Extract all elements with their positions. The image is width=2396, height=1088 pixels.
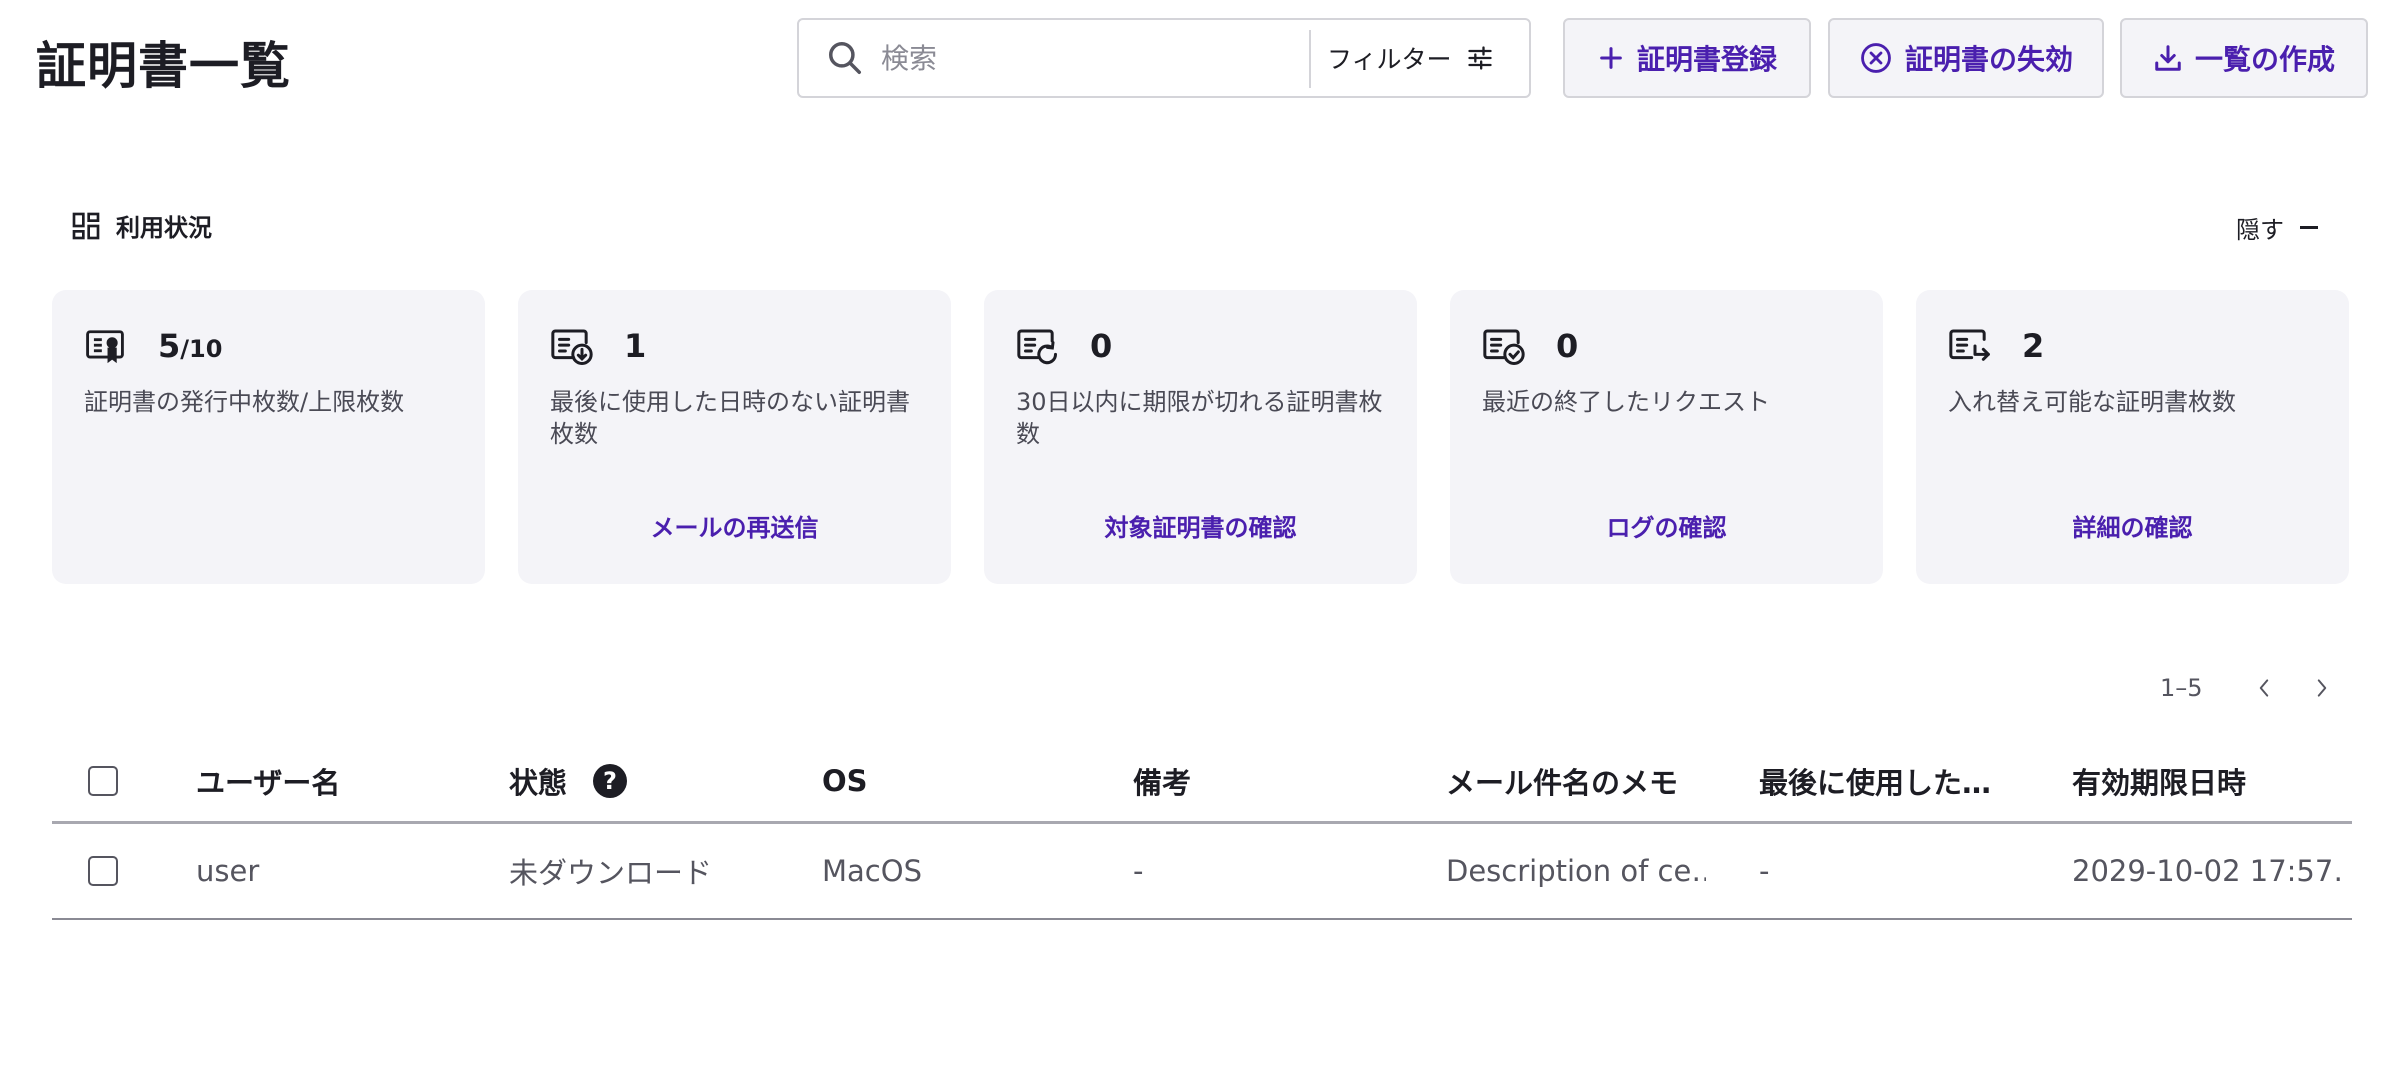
row-checkbox[interactable] bbox=[88, 856, 118, 886]
select-all-checkbox[interactable] bbox=[88, 765, 118, 796]
search-box: フィルター bbox=[797, 18, 1531, 98]
usage-card-expiring: 0 30日以内に期限が切れる証明書枚数 対象証明書の確認 bbox=[984, 290, 1417, 584]
page-title: 証明書一覧 bbox=[36, 37, 291, 95]
usage-card-replaceable: 2 入れ替え可能な証明書枚数 詳細の確認 bbox=[1916, 290, 2349, 584]
card-value: 5/10 bbox=[158, 327, 223, 365]
register-certificate-button[interactable]: 証明書登録 bbox=[1563, 18, 1811, 98]
certificate-renew-icon bbox=[1016, 326, 1060, 366]
cell-status: 未ダウンロード bbox=[509, 856, 713, 890]
usage-card-requests: 0 最近の終了したリクエスト ログの確認 bbox=[1450, 290, 1883, 584]
plus-icon bbox=[1597, 44, 1625, 72]
usage-cards: 5/10 証明書の発行中枚数/上限枚数 1 最後に使用した日時のない証明書枚数 … bbox=[52, 290, 2352, 584]
export-list-label: 一覧の作成 bbox=[2194, 43, 2335, 76]
cell-username: user bbox=[196, 854, 260, 888]
certificate-download-icon bbox=[550, 326, 594, 366]
search-divider bbox=[1309, 30, 1311, 88]
card-description: 証明書の発行中枚数/上限枚数 bbox=[84, 388, 405, 416]
download-icon bbox=[2153, 43, 2183, 73]
revoke-certificate-button[interactable]: 証明書の失効 bbox=[1828, 18, 2104, 98]
cell-expiration: 2029-10-02 17:57… bbox=[2072, 854, 2342, 888]
chevron-left-icon[interactable] bbox=[2253, 675, 2275, 701]
search-icon bbox=[823, 36, 867, 80]
pagination: 1–5 bbox=[2160, 674, 2333, 702]
cell-os: MacOS bbox=[822, 854, 922, 888]
table-row[interactable]: user 未ダウンロード MacOS - Description of ce… … bbox=[52, 824, 2352, 920]
sliders-icon bbox=[1466, 44, 1494, 72]
card-value: 0 bbox=[1556, 327, 1579, 365]
search-input[interactable] bbox=[881, 41, 1261, 75]
certificate-table: ユーザー名 状態 ? OS 備考 メール件名のメモ 最後に使用した… 有効期限日… bbox=[52, 740, 2352, 920]
usage-card-issued: 5/10 証明書の発行中枚数/上限枚数 bbox=[52, 290, 485, 584]
pagination-range: 1–5 bbox=[2160, 674, 2203, 702]
view-logs-link[interactable]: ログの確認 bbox=[1450, 508, 1883, 543]
export-list-button[interactable]: 一覧の作成 bbox=[2120, 18, 2368, 98]
card-description: 入れ替え可能な証明書枚数 bbox=[1948, 388, 2236, 416]
circle-x-icon bbox=[1859, 41, 1893, 75]
table-header: ユーザー名 状態 ? OS 備考 メール件名のメモ 最後に使用した… 有効期限日… bbox=[52, 740, 2352, 824]
certificate-check-icon bbox=[1482, 326, 1526, 366]
column-header-status-label: 状態 bbox=[509, 765, 568, 800]
usage-section-header: 利用状況 bbox=[70, 208, 212, 243]
help-icon[interactable]: ? bbox=[593, 763, 628, 798]
filter-label: フィルター bbox=[1327, 45, 1452, 74]
hide-label: 隠す bbox=[2236, 216, 2284, 244]
cell-notes: - bbox=[1133, 854, 1144, 888]
usage-title: 利用状況 bbox=[116, 214, 212, 242]
column-header-expiration[interactable]: 有効期限日時 bbox=[2072, 740, 2342, 821]
resend-email-link[interactable]: メールの再送信 bbox=[518, 508, 951, 543]
check-target-certificates-link[interactable]: 対象証明書の確認 bbox=[984, 508, 1417, 543]
register-certificate-label: 証明書登録 bbox=[1636, 43, 1777, 76]
column-header-username[interactable]: ユーザー名 bbox=[196, 740, 476, 821]
minus-icon bbox=[2300, 226, 2318, 229]
column-header-email-subject-memo[interactable]: メール件名のメモ bbox=[1446, 740, 1706, 821]
cell-email-subject-memo: Description of ce… bbox=[1446, 854, 1706, 888]
card-description: 30日以内に期限が切れる証明書枚数 bbox=[1016, 388, 1383, 448]
column-header-notes[interactable]: 備考 bbox=[1133, 740, 1413, 821]
card-description: 最後に使用した日時のない証明書枚数 bbox=[550, 388, 910, 448]
usage-card-unused: 1 最後に使用した日時のない証明書枚数 メールの再送信 bbox=[518, 290, 951, 584]
column-header-last-used[interactable]: 最後に使用した… bbox=[1759, 740, 1995, 821]
card-value: 2 bbox=[2022, 327, 2045, 365]
card-value: 0 bbox=[1090, 327, 1113, 365]
view-details-link[interactable]: 詳細の確認 bbox=[1916, 508, 2349, 543]
card-description: 最近の終了したリクエスト bbox=[1482, 388, 1770, 416]
filter-button[interactable]: フィルター bbox=[1327, 20, 1494, 96]
chevron-right-icon[interactable] bbox=[2311, 675, 2333, 701]
hide-usage-toggle[interactable]: 隠す bbox=[2236, 210, 2318, 245]
certificate-icon bbox=[84, 326, 128, 366]
dashboard-icon bbox=[70, 210, 102, 242]
cell-last-used: - bbox=[1759, 854, 1770, 888]
column-header-os[interactable]: OS bbox=[822, 740, 1102, 821]
card-value: 1 bbox=[624, 327, 647, 365]
column-header-status[interactable]: 状態 ? bbox=[509, 740, 789, 821]
certificate-replace-icon bbox=[1948, 326, 1992, 366]
revoke-certificate-label: 証明書の失効 bbox=[1904, 43, 2073, 76]
